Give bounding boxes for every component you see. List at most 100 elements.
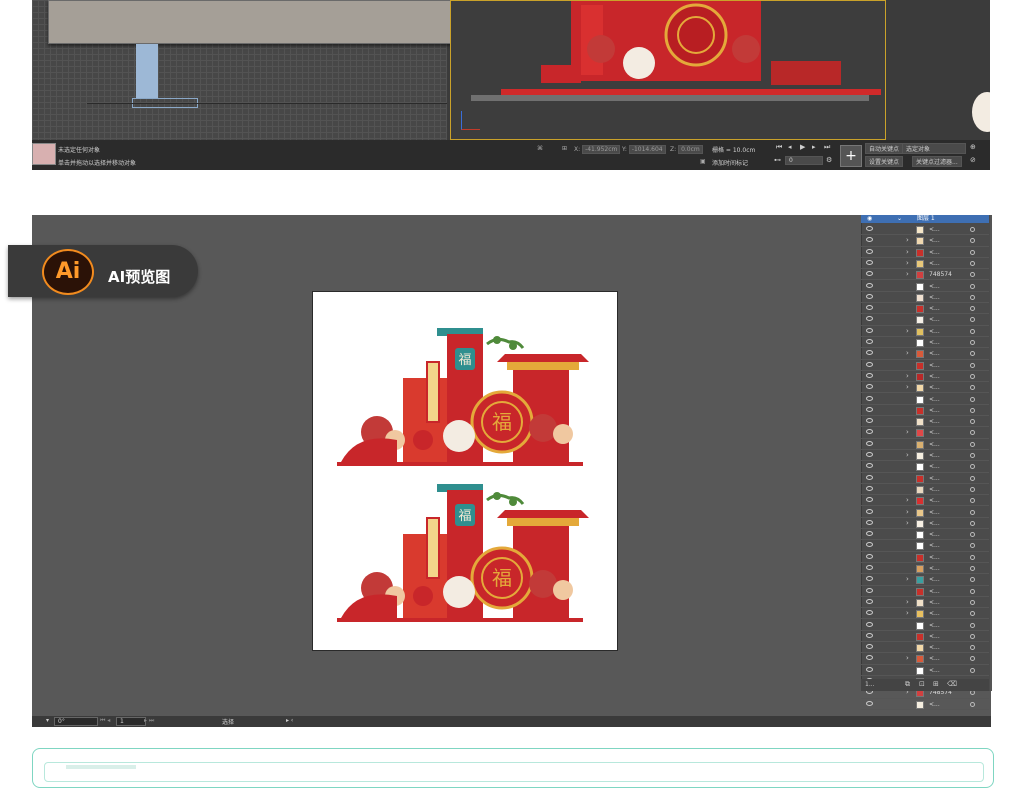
eye-icon[interactable] — [866, 508, 873, 514]
layer-name[interactable]: 748574 — [929, 269, 952, 280]
add-time-tag-button[interactable]: 添加时间标记 — [712, 158, 748, 167]
target-circle-icon[interactable] — [970, 249, 975, 255]
layer-name[interactable]: <... — [929, 382, 940, 393]
target-circle-icon[interactable] — [970, 260, 975, 266]
set-key-button[interactable]: 设置关键点 — [865, 156, 904, 167]
eye-icon[interactable] — [866, 644, 873, 650]
go-to-start-icon[interactable]: ⏮ — [776, 143, 782, 152]
layer-row[interactable]: <... — [861, 563, 989, 575]
eye-icon[interactable] — [866, 282, 873, 288]
target-circle-icon[interactable] — [970, 227, 975, 232]
layer-name[interactable]: <... — [929, 507, 940, 518]
expand-arrow-icon[interactable]: › — [906, 247, 909, 258]
target-circle-icon[interactable] — [970, 306, 975, 312]
target-circle-icon[interactable] — [970, 486, 975, 492]
layer-name[interactable]: <... — [929, 653, 940, 664]
layer-row[interactable]: › <... — [861, 653, 989, 665]
layer-row[interactable]: <... — [861, 529, 989, 541]
layer-name[interactable]: <... — [929, 314, 940, 325]
target-circle-icon[interactable] — [970, 340, 975, 345]
target-circle-icon[interactable] — [970, 509, 975, 515]
eye-icon[interactable] — [866, 384, 873, 390]
layer-row[interactable]: › 748574 — [861, 269, 989, 281]
target-circle-icon[interactable] — [970, 385, 975, 391]
eye-icon[interactable] — [866, 350, 873, 356]
eye-icon[interactable] — [866, 271, 873, 277]
eye-icon[interactable]: ◉ — [867, 215, 872, 222]
target-circle-icon[interactable] — [970, 283, 975, 289]
layer-row[interactable]: <... — [861, 439, 989, 450]
right-viewport[interactable] — [450, 0, 886, 140]
target-circle-icon[interactable] — [970, 566, 975, 571]
eye-icon[interactable] — [866, 666, 873, 672]
target-circle-icon[interactable] — [970, 238, 975, 244]
layer-row[interactable]: › <... — [861, 495, 989, 507]
blue-object[interactable] — [136, 44, 158, 98]
frame-field[interactable]: 0 — [785, 156, 823, 165]
layer-name[interactable]: <... — [929, 518, 940, 529]
expand-arrow-icon[interactable]: › — [906, 507, 909, 518]
layer-name[interactable]: <... — [929, 337, 940, 348]
z-coord-field[interactable]: 0.0cm — [678, 145, 703, 154]
expand-arrow-icon[interactable]: › — [906, 450, 909, 461]
eye-icon[interactable] — [866, 452, 873, 457]
layer-1-name[interactable]: 图层 1 — [917, 215, 935, 223]
layer-row[interactable]: <... — [861, 281, 989, 292]
layer-row[interactable]: › <... — [861, 326, 989, 337]
layer-name[interactable]: <... — [929, 540, 940, 551]
eye-icon[interactable] — [866, 339, 873, 344]
layer-name[interactable]: <... — [929, 461, 940, 472]
eye-icon[interactable] — [866, 305, 873, 311]
layer-row[interactable]: <... — [861, 473, 989, 484]
layer-name[interactable]: <... — [929, 608, 940, 619]
layer-row[interactable]: <... — [861, 416, 989, 428]
target-circle-icon[interactable] — [970, 599, 975, 605]
expand-arrow-icon[interactable]: › — [906, 518, 909, 529]
layer-row[interactable]: <... — [861, 360, 989, 371]
eye-icon[interactable] — [866, 372, 873, 378]
layer-name[interactable]: <... — [929, 552, 940, 563]
layer-name[interactable]: <... — [929, 473, 940, 484]
expand-arrow-icon[interactable]: › — [906, 258, 909, 269]
target-circle-icon[interactable] — [970, 351, 975, 357]
layer-row[interactable]: › <... — [861, 235, 989, 247]
chevron-down-icon[interactable]: ▾ — [46, 717, 49, 724]
target-circle-icon[interactable] — [970, 453, 975, 458]
first-artboard-icon[interactable]: ⏮ ◂ — [100, 717, 110, 725]
target-circle-icon[interactable] — [970, 272, 975, 278]
layer-row[interactable]: <... — [861, 665, 989, 676]
play-icon[interactable]: ▶ — [800, 143, 805, 151]
target-circle-icon[interactable] — [970, 701, 975, 707]
layer-row[interactable]: › <... — [861, 608, 989, 620]
expand-arrow-icon[interactable]: › — [906, 427, 909, 438]
eye-icon[interactable] — [866, 531, 873, 537]
status-menu-arrow-icon[interactable]: ▸ ‹ — [286, 717, 293, 724]
go-to-end-icon[interactable]: ⏭ — [824, 143, 830, 152]
layer-row[interactable]: › <... — [861, 258, 989, 270]
y-coord-field[interactable]: -1014.604 — [628, 145, 666, 154]
layer-row[interactable]: › <... — [861, 427, 989, 439]
expand-arrow-icon[interactable]: › — [906, 382, 909, 393]
eye-icon[interactable] — [866, 418, 873, 424]
layer-row[interactable]: › <... — [861, 597, 989, 609]
chevron-down-icon[interactable]: ⌄ — [897, 215, 902, 222]
target-circle-icon[interactable] — [970, 543, 975, 549]
eye-icon[interactable] — [866, 474, 873, 480]
eye-icon[interactable] — [866, 553, 873, 559]
delete-layer-icon[interactable]: ⌫ — [947, 680, 957, 688]
eye-icon[interactable] — [866, 519, 873, 525]
layer-row[interactable]: <... — [861, 540, 989, 552]
layer-name[interactable]: <... — [929, 563, 940, 574]
eye-icon[interactable] — [866, 259, 873, 265]
layer-name[interactable]: <... — [929, 586, 940, 597]
prev-frame-icon[interactable]: ◂ — [788, 143, 792, 151]
layer-row[interactable]: › <... — [861, 371, 989, 383]
layer-name[interactable]: <... — [929, 665, 940, 676]
layer-row[interactable]: <... — [861, 292, 989, 304]
target-circle-icon[interactable] — [970, 588, 975, 594]
eye-icon[interactable] — [866, 655, 873, 661]
expand-arrow-icon[interactable]: › — [906, 608, 909, 619]
layer-name[interactable]: <... — [929, 574, 940, 585]
layer-name[interactable]: <... — [929, 394, 940, 405]
layer-row[interactable]: <... — [861, 314, 989, 326]
